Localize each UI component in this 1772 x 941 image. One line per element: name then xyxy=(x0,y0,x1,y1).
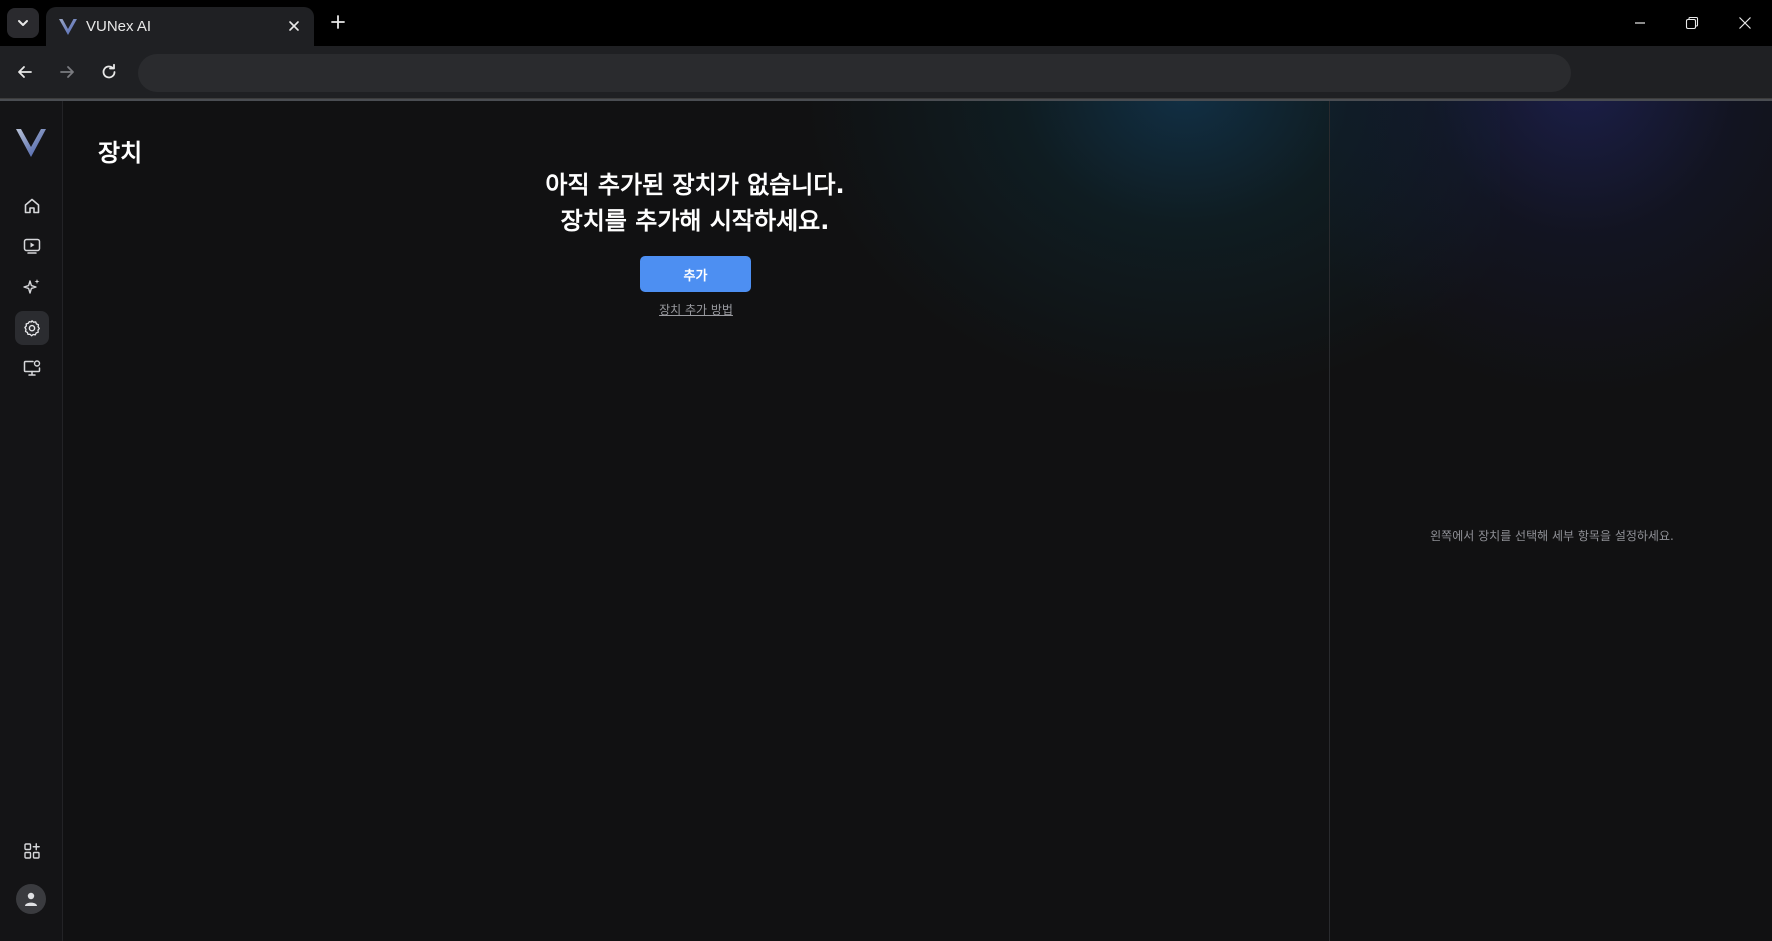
apps-add-icon xyxy=(24,843,40,859)
sidebar-item-devices[interactable] xyxy=(15,351,49,385)
chevron-down-icon xyxy=(18,20,28,26)
video-icon xyxy=(23,238,41,254)
minimize-button[interactable] xyxy=(1617,8,1663,38)
sparkle-icon xyxy=(23,279,40,294)
page-title: 장치 xyxy=(98,139,143,167)
tab-list-button[interactable] xyxy=(7,8,39,38)
restore-button[interactable] xyxy=(1669,8,1715,38)
settings-icon xyxy=(24,320,40,337)
monitor-settings-icon xyxy=(23,360,41,376)
browser-tabbar: VUNex AI xyxy=(0,0,1772,46)
empty-state-submessage: 장치를 추가해 시작하세요. xyxy=(560,207,830,235)
panel-divider xyxy=(1329,101,1330,941)
new-tab-button[interactable] xyxy=(326,10,350,34)
back-button[interactable] xyxy=(10,57,40,87)
add-device-button[interactable]: 추가 xyxy=(640,256,751,292)
reload-icon xyxy=(102,63,116,79)
detail-panel-hint: 왼쪽에서 장치를 선택해 세부 항목을 설정하세요. xyxy=(1430,529,1674,543)
how-to-add-device-link[interactable]: 장치 추가 방법 xyxy=(620,301,772,318)
app-root: 장치 아직 추가된 장치가 없습니다. 장치를 추가해 시작하세요. 추가 장치… xyxy=(0,101,1772,941)
arrow-right-icon xyxy=(60,66,74,78)
forward-button[interactable] xyxy=(52,57,82,87)
vunex-logo-icon xyxy=(16,129,46,157)
restore-icon xyxy=(1685,16,1699,30)
sidebar-item-settings[interactable] xyxy=(15,311,49,345)
home-icon xyxy=(24,198,40,214)
sidebar-item-apps[interactable] xyxy=(15,834,49,868)
browser-tab[interactable]: VUNex AI xyxy=(46,7,314,46)
empty-state: 아직 추가된 장치가 없습니다. 장치를 추가해 시작하세요. xyxy=(500,167,890,239)
sidebar xyxy=(0,101,63,941)
tab-title: VUNex AI xyxy=(86,18,152,35)
user-icon xyxy=(25,892,37,906)
close-window-button[interactable] xyxy=(1722,8,1768,38)
close-icon[interactable] xyxy=(284,16,304,36)
sidebar-item-media[interactable] xyxy=(15,229,49,263)
app-logo[interactable] xyxy=(15,128,47,160)
minimize-icon xyxy=(1635,22,1645,24)
user-avatar[interactable] xyxy=(16,884,46,914)
background-glow-teal xyxy=(800,101,1500,401)
empty-state-message: 아직 추가된 장치가 없습니다. xyxy=(545,171,845,199)
browser-toolbar xyxy=(0,46,1772,99)
address-bar[interactable] xyxy=(138,54,1571,92)
vunex-logo-icon xyxy=(58,17,78,37)
sidebar-item-home[interactable] xyxy=(15,189,49,223)
close-icon xyxy=(1739,17,1751,29)
background-glow-indigo xyxy=(1330,101,1772,391)
arrow-left-icon xyxy=(18,66,32,78)
plus-icon xyxy=(331,15,345,29)
sidebar-item-ai[interactable] xyxy=(15,270,49,304)
reload-button[interactable] xyxy=(94,57,124,87)
